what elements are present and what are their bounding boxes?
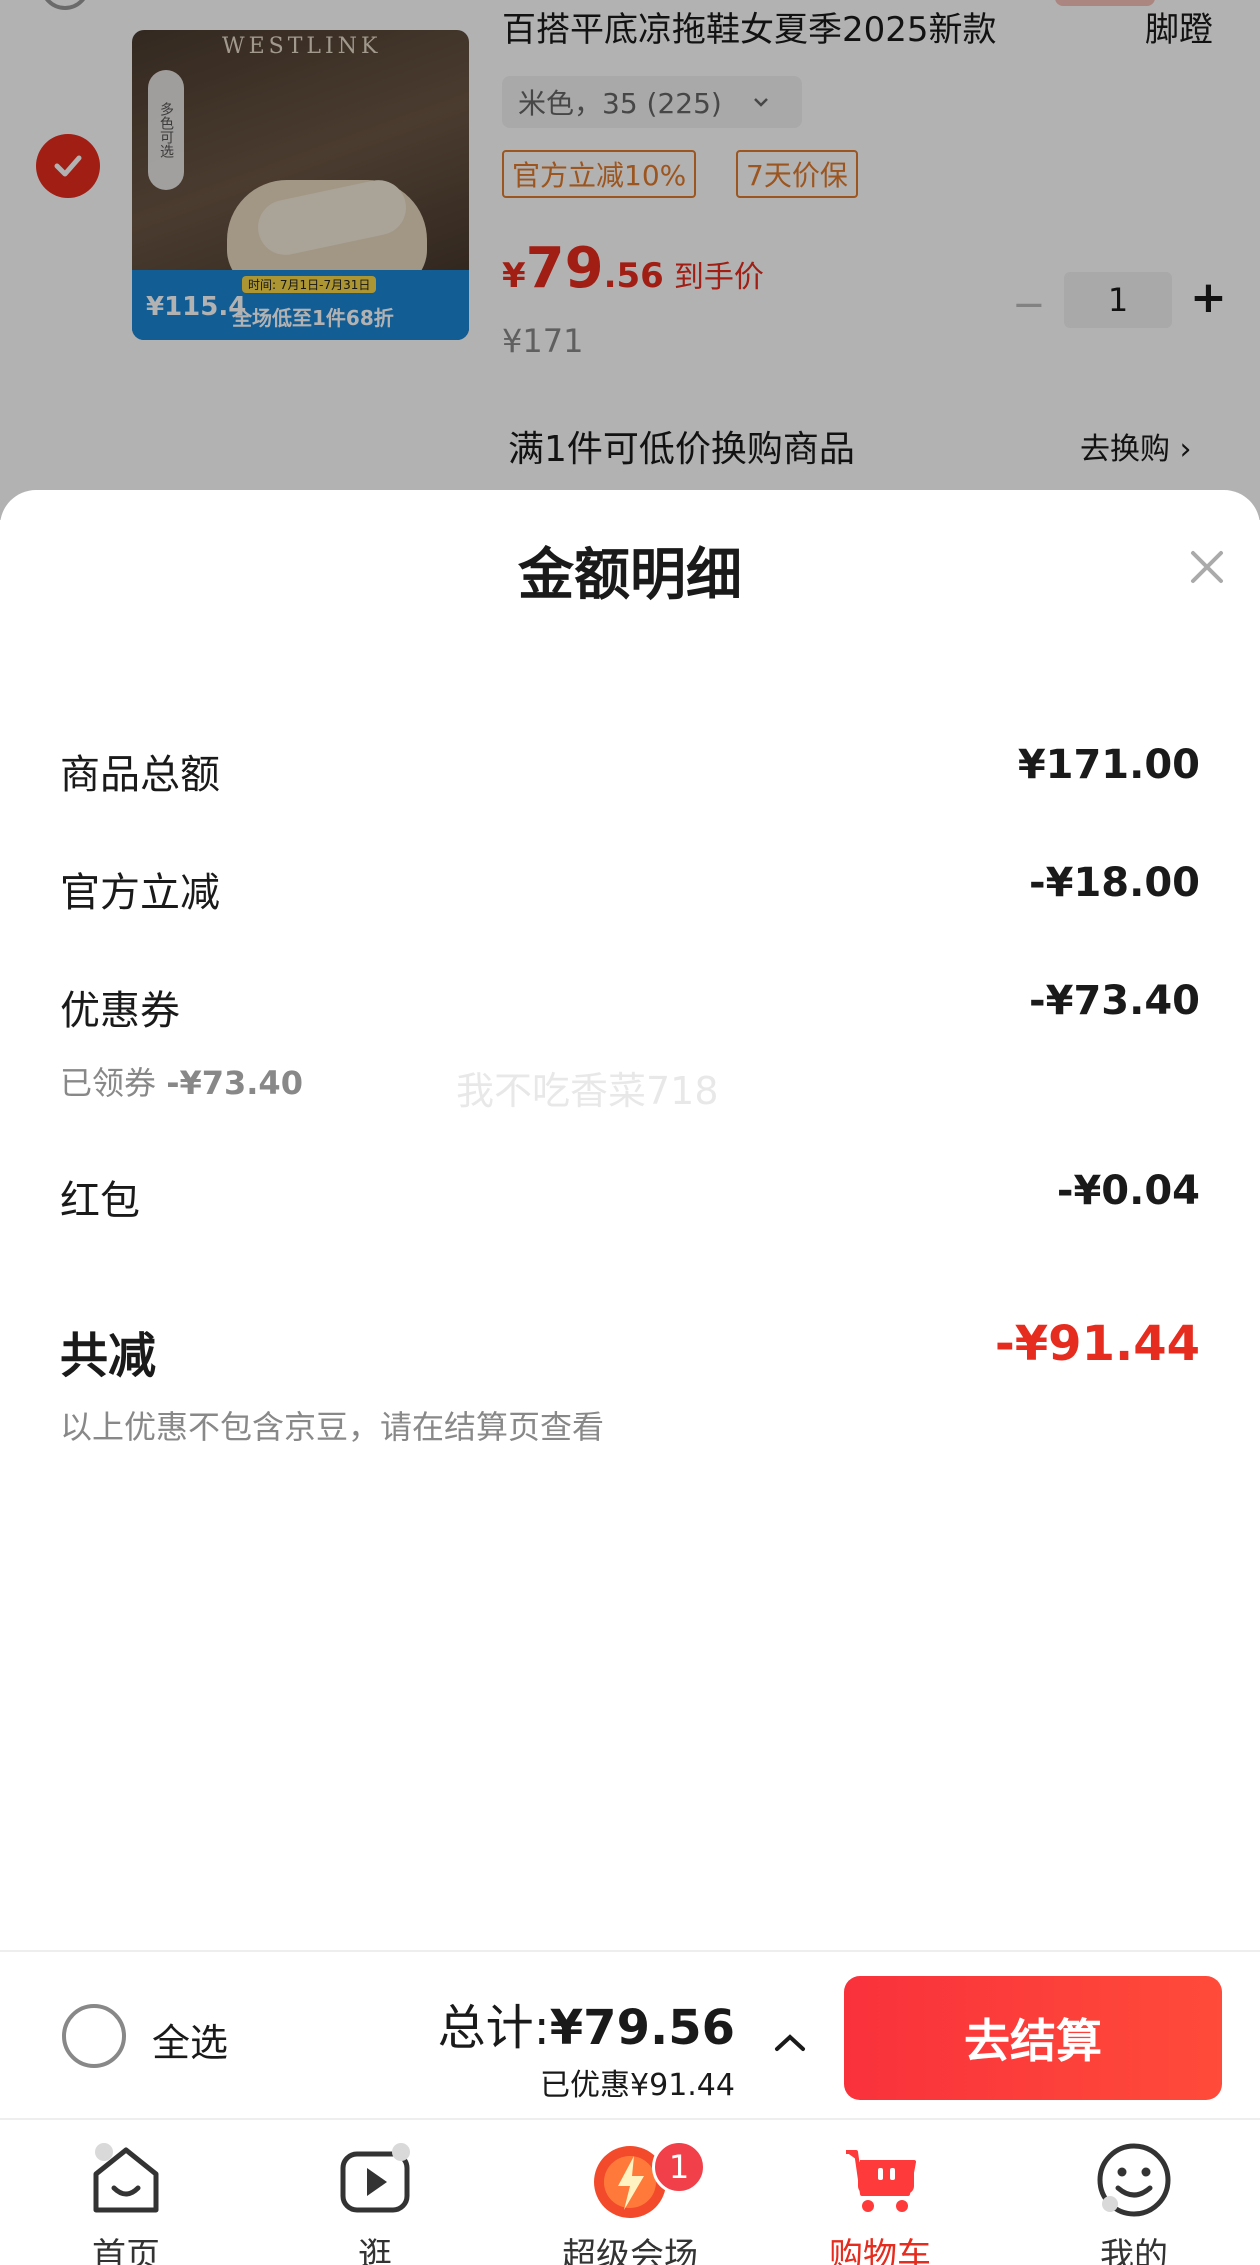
modal-overlay[interactable] [0,0,1260,520]
amount-detail-sheet: 金额明细 商品总额 ¥171.00 官方立减 -¥18.00 优惠券 -¥73.… [0,490,1260,1950]
total-reduction-value: -¥91.44 [994,1316,1200,1372]
total-summary: 总计:¥79.56 [438,1988,735,2058]
red-packet-label: 红包 [60,1178,140,1224]
collapse-detail-button[interactable] [770,2022,810,2062]
total-reduction-label: 共减 [60,1328,157,1384]
goods-total-label: 商品总额 [60,752,220,798]
tab-super-venue[interactable]: 1 超级会场 [530,2120,730,2265]
watermark-text: 我不吃香菜718 [456,1069,719,1113]
tab-mine[interactable]: 我的 [1034,2120,1234,2265]
checkout-button[interactable]: 去结算 [844,1976,1222,2100]
smiley-icon [1097,2143,1171,2217]
tab-browse-label: 逛 [358,2236,392,2265]
tab-super-venue-badge: 1 [652,2140,706,2194]
tab-home[interactable]: 首页 [26,2120,226,2265]
total-amount: ¥79.56 [549,2000,735,2056]
discount-disclaimer: 以上优惠不包含京豆，请在结算页查看 [60,1408,605,1446]
coupon-label: 优惠券 [60,988,180,1034]
official-discount-value: -¥18.00 [1029,860,1200,906]
tab-cart[interactable]: 购物车 [780,2120,980,2265]
tab-mine-label: 我的 [1100,2236,1168,2265]
goods-total-value: ¥171.00 [1017,742,1200,788]
sheet-title: 金额明细 [518,543,742,608]
saved-amount: 已优惠¥91.44 [540,2068,735,2103]
official-discount-label: 官方立减 [60,870,220,916]
select-all-label[interactable]: 全选 [152,2012,228,2067]
home-icon [93,2143,159,2213]
tab-home-label: 首页 [92,2236,160,2265]
tab-super-venue-label: 超级会场 [562,2236,698,2265]
cart-icon [846,2150,916,2212]
tab-browse[interactable]: 逛 [275,2120,475,2265]
checkout-bar: 全选 总计:¥79.56 已优惠¥91.44 去结算 [0,1950,1260,2118]
select-all-checkbox[interactable] [62,2004,126,2068]
red-packet-value: -¥0.04 [1056,1168,1200,1214]
close-button[interactable] [1182,542,1232,592]
tab-cart-label: 购物车 [829,2236,931,2265]
coupon-value: -¥73.40 [1029,978,1200,1024]
coupon-note-prefix: 已领券 [60,1064,157,1102]
close-icon [1191,551,1223,583]
bottom-tab-bar: 首页 逛 1 超级会场 购物车 我的 [0,2118,1260,2265]
coupon-note: 已领券 -¥73.40 [60,1058,303,1104]
total-prefix: 总计: [437,2000,550,2056]
chevron-up-icon [775,2034,805,2051]
coupon-note-value: -¥73.40 [166,1064,303,1102]
video-play-icon [340,2143,410,2213]
